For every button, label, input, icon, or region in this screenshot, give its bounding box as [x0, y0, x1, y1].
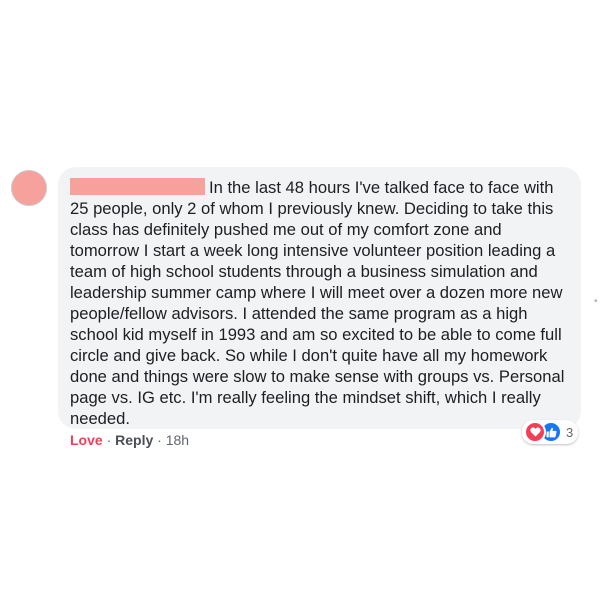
reaction-count: 3: [566, 424, 574, 440]
timestamp-link[interactable]: 18h: [166, 432, 189, 448]
comment-body: In the last 48 hours I've talked face to…: [70, 177, 569, 429]
comment-actions: Love · Reply · 18h: [70, 432, 189, 448]
comment-text: In the last 48 hours I've talked face to…: [70, 178, 565, 428]
love-icon: [524, 421, 546, 443]
redacted-author-name[interactable]: [70, 178, 205, 195]
options-dot[interactable]: •: [594, 297, 598, 307]
avatar[interactable]: [11, 170, 47, 206]
reaction-summary[interactable]: 3: [522, 420, 579, 444]
love-reaction-link[interactable]: Love: [70, 432, 103, 448]
reply-link[interactable]: Reply: [115, 432, 153, 448]
separator: ·: [157, 432, 162, 448]
comment-bubble: In the last 48 hours I've talked face to…: [58, 167, 581, 429]
separator: ·: [106, 432, 112, 448]
